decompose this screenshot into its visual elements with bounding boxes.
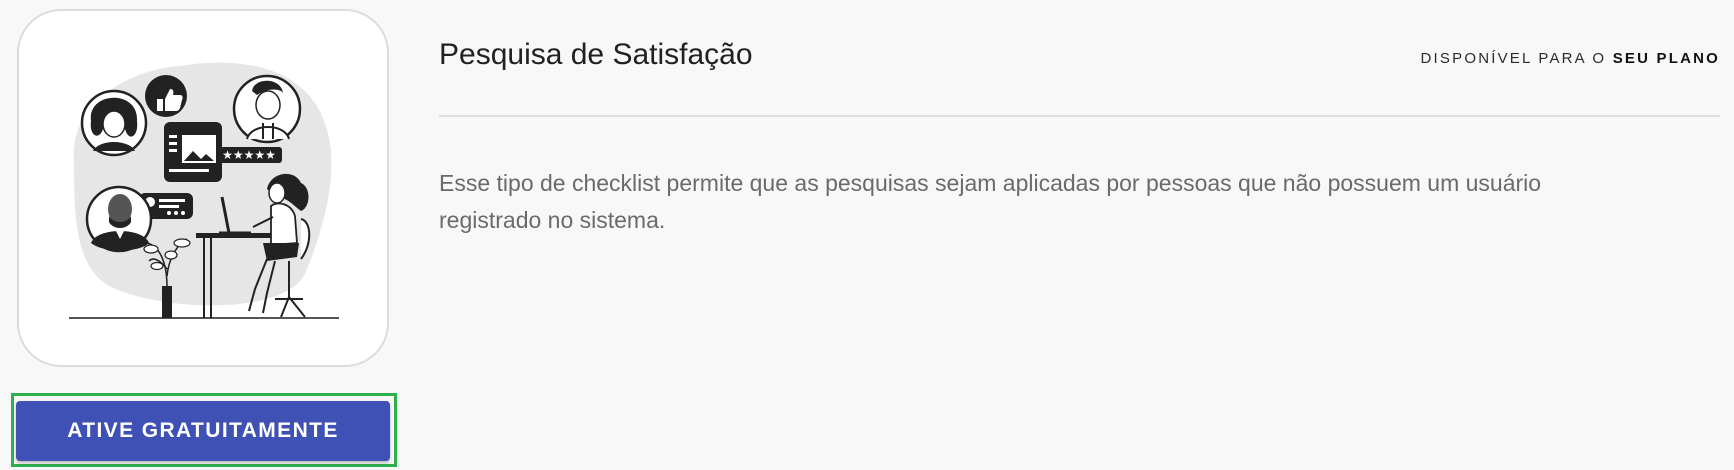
feature-card: ★★★★★ ATIVE GRATUITAMENTE Pesquisa de Sa…	[0, 0, 1734, 470]
thumbs-up-icon	[145, 75, 187, 117]
customer-feedback-illustration: ★★★★★	[69, 62, 339, 319]
page-title: Pesquisa de Satisfação	[439, 38, 753, 71]
illustration-card: ★★★★★	[17, 9, 389, 367]
avatar-man-top	[232, 74, 302, 144]
header-divider	[439, 115, 1720, 117]
activate-free-button[interactable]: ATIVE GRATUITAMENTE	[16, 401, 390, 461]
feature-description: Esse tipo de checklist permite que as pe…	[439, 170, 1542, 233]
availability-plan: SEU PLANO	[1612, 50, 1720, 67]
avatar-man-bottom	[85, 185, 153, 253]
plan-availability-label: DISPONÍVEL PARA O SEU PLANO	[1421, 50, 1720, 67]
availability-prefix: DISPONÍVEL PARA O	[1420, 50, 1607, 67]
svg-text:★★★★★: ★★★★★	[222, 148, 276, 162]
avatar-woman	[80, 89, 148, 157]
